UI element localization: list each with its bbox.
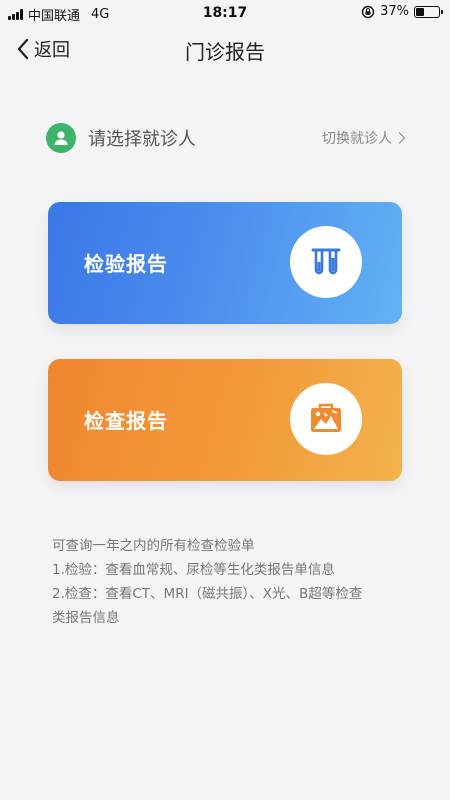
status-bar: 中国联通 4G 18:17 37%: [0, 0, 450, 26]
lab-report-card[interactable]: 检验报告: [48, 202, 402, 324]
status-right: 37%: [361, 4, 443, 19]
patient-prompt: 请选择就诊人: [88, 129, 196, 150]
page-title: 门诊报告: [185, 40, 265, 64]
notes-line: 1.检验：查看血常规、尿检等生化类报告单信息: [52, 562, 335, 578]
switch-patient-label: 切换就诊人: [322, 131, 392, 147]
battery-level: [416, 7, 424, 16]
report-notes: 可查询一年之内的所有检查检验单 1.检验：查看血常规、尿检等生化类报告单信息 2…: [52, 534, 410, 630]
nav-bar: 返回 门诊报告: [0, 26, 450, 74]
exam-icon-circle: [290, 383, 362, 455]
avatar: [46, 123, 76, 153]
lab-report-label: 检验报告: [84, 252, 168, 276]
notes-line: 类报告信息: [52, 610, 120, 626]
user-icon: [54, 131, 68, 145]
switch-patient-button[interactable]: 切换就诊人: [322, 128, 406, 148]
battery-icon: [414, 5, 443, 18]
lab-icon-circle: [290, 226, 362, 298]
exam-report-card[interactable]: 检查报告: [48, 359, 402, 481]
rotation-lock-icon: [361, 5, 375, 18]
patient-selector[interactable]: 请选择就诊人 切换就诊人: [46, 120, 406, 156]
chevron-right-icon: [398, 132, 406, 144]
medical-image-icon: [311, 403, 341, 432]
test-tubes-icon: [311, 248, 341, 275]
notes-line: 可查询一年之内的所有检查检验单: [52, 538, 255, 554]
battery-percent: 37%: [380, 4, 409, 19]
exam-report-label: 检查报告: [84, 409, 168, 433]
notes-line: 2.检查：查看CT、MRI（磁共振）、X光、B超等检查: [52, 586, 363, 602]
